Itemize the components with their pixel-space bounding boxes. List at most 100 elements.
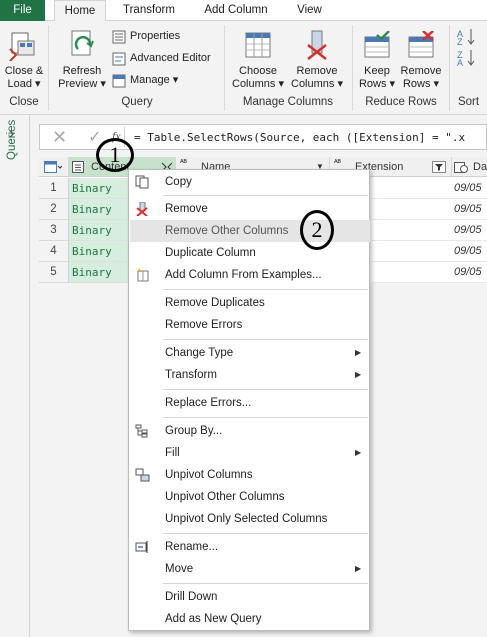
table-cell-content[interactable]: Binary (69, 178, 129, 199)
binary-type-icon (72, 161, 84, 173)
menu-item-label: Add as New Query (165, 613, 262, 625)
table-cell-date[interactable]: 09/05 (452, 262, 487, 283)
table-cell-date[interactable]: 09/05 (452, 199, 487, 220)
tab-add-column[interactable]: Add Column (196, 0, 276, 21)
remove-rows-button[interactable]: Remove Rows ▾ (398, 25, 444, 91)
sort-ascending-icon[interactable]: A Z Z A (455, 27, 477, 67)
menu-item-label: Duplicate Column (165, 247, 256, 259)
table-cell-extension[interactable] (372, 241, 452, 262)
table-cell-content[interactable]: Binary (69, 220, 129, 241)
table-menu-button[interactable] (39, 157, 69, 177)
menu-item-move[interactable]: Move ▶ (130, 558, 370, 580)
row-number: 1 (39, 178, 69, 199)
properties-button[interactable]: Properties (112, 29, 222, 45)
table-cell-extension[interactable] (372, 199, 452, 220)
tab-view[interactable]: View (287, 0, 332, 21)
menu-item-fill[interactable]: Fill ▶ (130, 442, 370, 464)
table-cell-extension[interactable] (372, 178, 452, 199)
menu-item-rename[interactable]: Rename... (130, 536, 370, 558)
choose-columns-button[interactable]: Choose Columns ▾ (228, 25, 288, 91)
ribbon-divider (224, 25, 225, 111)
menu-separator (163, 389, 368, 390)
menu-item-label: Remove Errors (165, 319, 243, 331)
menu-item-replace-errors[interactable]: Replace Errors... (130, 392, 370, 414)
close-load-label-2: Load ▾ (7, 78, 41, 90)
table-cell-extension[interactable] (372, 262, 452, 283)
refresh-preview-button[interactable]: Refresh Preview ▾ (54, 25, 110, 91)
queries-pane: › (0, 115, 30, 637)
tab-file[interactable]: File (0, 0, 45, 21)
menu-item-add-column-from-examples[interactable]: Add Column From Examples... (130, 264, 370, 286)
advanced-editor-label: Advanced Editor (130, 52, 211, 64)
group-label-close: Close (9, 96, 39, 108)
remove-rows-label: Remove (400, 65, 442, 77)
table-cell-date[interactable]: 09/05 (452, 178, 487, 199)
column-header-date[interactable]: Da (452, 157, 487, 177)
remove-columns-button[interactable]: Remove Columns ▾ (288, 25, 346, 91)
refresh-icon (71, 30, 94, 56)
ribbon-divider (48, 25, 49, 111)
menu-item-label: Unpivot Only Selected Columns (165, 513, 328, 525)
table-cell-extension[interactable] (372, 220, 452, 241)
keep-rows-icon (364, 31, 390, 58)
cancel-formula-icon[interactable]: ✕ (52, 127, 67, 148)
menu-separator (163, 195, 368, 196)
table-cell-content[interactable]: Binary (69, 241, 129, 262)
close-load-button[interactable]: Close & Load ▾ (2, 25, 46, 91)
menu-item-add-as-new-query[interactable]: Add as New Query (130, 608, 370, 630)
keep-rows-label: Keep (364, 65, 390, 77)
manage-label: Manage ▾ (130, 74, 179, 86)
table-cell-date[interactable]: 09/05 (452, 220, 487, 241)
properties-icon (112, 30, 126, 44)
menu-item-unpivot-other-columns[interactable]: Unpivot Other Columns (130, 486, 370, 508)
filter-applied-icon[interactable] (432, 161, 446, 173)
table-cell-content[interactable]: Binary (69, 262, 129, 283)
formula-input[interactable]: = Table.SelectRows(Source, each ([Extens… (134, 131, 465, 144)
menu-item-remove[interactable]: Remove (130, 198, 370, 220)
menu-item-drill-down[interactable]: Drill Down (130, 586, 370, 608)
group-label-manage-columns: Manage Columns (242, 96, 334, 108)
column-header-date-label: Da (473, 161, 487, 173)
close-load-icon (9, 32, 35, 61)
remove-rows-label-2: Rows ▾ (402, 78, 440, 90)
manage-button[interactable]: Manage ▾ (112, 73, 222, 89)
menu-separator (163, 289, 368, 290)
manage-icon (112, 74, 126, 88)
svg-text:A: A (457, 58, 463, 67)
group-label-query: Query (121, 96, 153, 108)
properties-label: Properties (130, 30, 181, 42)
menu-item-duplicate-column[interactable]: Duplicate Column (130, 242, 370, 264)
group-label-sort: Sort (457, 96, 480, 108)
refresh-preview-label-2: Preview ▾ (58, 78, 106, 90)
menu-item-group-by[interactable]: Group By... (130, 420, 370, 442)
menu-item-remove-other-columns[interactable]: Remove Other Columns (130, 220, 370, 242)
menu-item-label: Remove (165, 203, 208, 215)
choose-columns-label-2: Columns ▾ (232, 78, 284, 90)
choose-columns-label: Choose (239, 65, 277, 77)
close-load-label: Close & (4, 65, 44, 77)
menu-separator (163, 583, 368, 584)
menu-item-transform[interactable]: Transform ▶ (130, 364, 370, 386)
menu-item-remove-errors[interactable]: Remove Errors (130, 314, 370, 336)
remove-rows-icon (408, 31, 434, 58)
menu-item-remove-duplicates[interactable]: Remove Duplicates (130, 292, 370, 314)
group-label-reduce-rows: Reduce Rows (365, 96, 437, 108)
menu-item-change-type[interactable]: Change Type ▶ (130, 342, 370, 364)
menu-separator (163, 417, 368, 418)
rename-icon (135, 541, 148, 553)
menu-separator (163, 533, 368, 534)
table-cell-date[interactable]: 09/05 (452, 241, 487, 262)
menu-item-unpivot-only-selected[interactable]: Unpivot Only Selected Columns (130, 508, 370, 530)
row-number: 3 (39, 220, 69, 241)
advanced-editor-button[interactable]: Advanced Editor (112, 51, 222, 67)
menu-item-unpivot-columns[interactable]: Unpivot Columns (130, 464, 370, 486)
menu-item-label: Unpivot Columns (165, 469, 253, 481)
group-by-icon (135, 424, 148, 438)
queries-pane-label[interactable]: Queries (6, 120, 18, 160)
menu-item-copy[interactable]: Copy (130, 171, 370, 193)
choose-columns-icon (245, 32, 271, 58)
table-cell-content[interactable]: Binary (69, 199, 129, 220)
tab-transform[interactable]: Transform (114, 0, 184, 21)
keep-rows-button[interactable]: Keep Rows ▾ (356, 25, 398, 91)
tab-home[interactable]: Home (54, 0, 106, 22)
